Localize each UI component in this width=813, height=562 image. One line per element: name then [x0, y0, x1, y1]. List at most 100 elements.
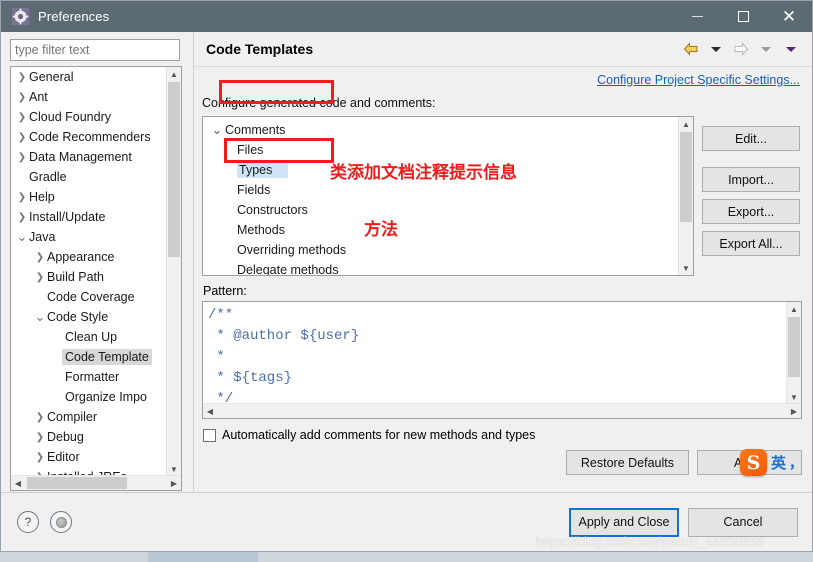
- template-item-comments[interactable]: ⌄ Comments: [203, 120, 678, 140]
- scroll-right-icon[interactable]: ▶: [167, 479, 181, 488]
- chevron-right-icon[interactable]: ❯: [15, 192, 29, 203]
- pattern-scroll-down-icon[interactable]: ▼: [787, 390, 801, 404]
- sidebar-item-code-style[interactable]: ⌄ Code Style: [11, 307, 167, 327]
- chevron-down-icon[interactable]: ⌄: [15, 229, 29, 245]
- forward-arrow-icon[interactable]: [730, 39, 752, 59]
- sidebar-item-help[interactable]: ❯ Help: [11, 187, 167, 207]
- sidebar-item-label: Build Path: [47, 270, 104, 284]
- template-item-label: Comments: [225, 123, 286, 137]
- tree-scroll-thumb[interactable]: [168, 82, 180, 257]
- export-button[interactable]: Export...: [702, 199, 800, 224]
- import-button[interactable]: Import...: [702, 167, 800, 192]
- scroll-up-icon[interactable]: ▲: [167, 67, 181, 81]
- auto-comments-checkbox[interactable]: [203, 428, 216, 442]
- pattern-horizontal-scrollbar[interactable]: ◀ ▶: [203, 403, 801, 418]
- sidebar-item-install-update[interactable]: ❯ Install/Update: [11, 207, 167, 227]
- template-item-fields[interactable]: Fields: [203, 180, 678, 200]
- pattern-scroll-right-icon[interactable]: ▶: [787, 407, 801, 416]
- content-header: Code Templates: [194, 32, 812, 67]
- sidebar-item-cloud-foundry[interactable]: ❯ Cloud Foundry: [11, 107, 167, 127]
- back-dropdown-icon[interactable]: [705, 39, 727, 59]
- sidebar-item-label: Code Template: [62, 349, 152, 365]
- gear-icon: [12, 8, 29, 25]
- chevron-down-icon[interactable]: ⌄: [33, 309, 47, 325]
- sidebar-item-appearance[interactable]: ❯ Appearance: [11, 247, 167, 267]
- chevron-right-icon[interactable]: ❯: [15, 72, 29, 83]
- auto-comments-label: Automatically add comments for new metho…: [222, 428, 536, 442]
- templates-row: ⌄ Comments Files Types Fields Constructors Met…: [194, 116, 812, 276]
- chevron-right-icon[interactable]: ❯: [15, 132, 29, 143]
- sidebar-item-compiler[interactable]: ❯ Compiler: [11, 407, 167, 427]
- sidebar-item-general[interactable]: ❯ General: [11, 67, 167, 87]
- pattern-scroll-thumb[interactable]: [788, 317, 800, 377]
- chevron-down-icon[interactable]: ⌄: [209, 122, 225, 138]
- sidebar-item-ant[interactable]: ❯ Ant: [11, 87, 167, 107]
- question-mark-icon[interactable]: ?: [17, 511, 39, 533]
- sidebar-item-organize-impo[interactable]: Organize Impo: [11, 387, 167, 407]
- sidebar-item-label: Java: [29, 230, 56, 244]
- sidebar-item-label: Gradle: [29, 170, 67, 184]
- template-item-overriding-methods[interactable]: Overriding methods: [203, 240, 678, 260]
- pattern-vertical-scrollbar[interactable]: ▲ ▼: [786, 302, 801, 404]
- template-item-types[interactable]: Types: [203, 160, 678, 180]
- cancel-button[interactable]: Cancel: [688, 507, 798, 537]
- minimize-button[interactable]: [674, 1, 720, 32]
- export-all-button[interactable]: Export All...: [702, 231, 800, 256]
- chevron-right-icon[interactable]: ❯: [15, 152, 29, 163]
- pattern-scroll-up-icon[interactable]: ▲: [787, 302, 801, 316]
- sidebar-item-clean-up[interactable]: Clean Up: [11, 327, 167, 347]
- sidebar-item-label: Ant: [29, 90, 48, 104]
- pattern-scroll-left-icon[interactable]: ◀: [203, 407, 217, 416]
- chevron-right-icon[interactable]: ❯: [33, 432, 47, 443]
- sidebar-item-formatter[interactable]: Formatter: [11, 367, 167, 387]
- chevron-right-icon[interactable]: ❯: [33, 252, 47, 263]
- forward-dropdown-icon[interactable]: [755, 39, 777, 59]
- chevron-right-icon[interactable]: ❯: [33, 272, 47, 283]
- apply-and-close-button[interactable]: Apply and Close: [569, 507, 679, 537]
- sidebar-item-build-path[interactable]: ❯ Build Path: [11, 267, 167, 287]
- restore-defaults-button[interactable]: Restore Defaults: [565, 450, 689, 475]
- template-item-methods[interactable]: Methods: [203, 220, 678, 240]
- tree-hscroll-thumb[interactable]: [27, 477, 127, 489]
- auto-comments-row[interactable]: Automatically add comments for new metho…: [194, 419, 812, 442]
- sidebar-item-label: Organize Impo: [65, 390, 147, 404]
- sidebar-item-java[interactable]: ⌄ Java: [11, 227, 167, 247]
- filter-input[interactable]: [10, 39, 180, 61]
- back-arrow-icon[interactable]: [680, 39, 702, 59]
- apply-button[interactable]: Apply: [697, 450, 802, 475]
- template-item-label: Fields: [237, 183, 271, 197]
- sidebar-item-code-template[interactable]: Code Template: [11, 347, 167, 367]
- edit-button[interactable]: Edit...: [702, 126, 800, 151]
- templates-scroll-down-icon[interactable]: ▼: [679, 261, 693, 275]
- template-item-files[interactable]: Files: [203, 140, 678, 160]
- templates-scroll-thumb[interactable]: [680, 132, 692, 222]
- templates-vertical-scrollbar[interactable]: ▲ ▼: [678, 117, 693, 275]
- sidebar-item-code-coverage[interactable]: Code Coverage: [11, 287, 167, 307]
- templates-scroll-up-icon[interactable]: ▲: [679, 117, 693, 131]
- tree-horizontal-scrollbar[interactable]: ◀ ▶: [11, 475, 181, 490]
- chevron-right-icon[interactable]: ❯: [15, 112, 29, 123]
- sidebar-item-debug[interactable]: ❯ Debug: [11, 427, 167, 447]
- sidebar-item-label: Code Coverage: [47, 290, 135, 304]
- chevron-right-icon[interactable]: ❯: [33, 452, 47, 463]
- template-item-delegate-methods[interactable]: Delegate methods: [203, 260, 678, 275]
- scroll-left-icon[interactable]: ◀: [11, 479, 25, 488]
- close-icon[interactable]: ✕: [766, 1, 812, 32]
- sidebar-item-label: Code Style: [47, 310, 109, 324]
- tree-vertical-scrollbar[interactable]: ▲ ▼: [166, 67, 181, 476]
- template-item-constructors[interactable]: Constructors: [203, 200, 678, 220]
- code-templates-tree[interactable]: ⌄ Comments Files Types Fields Constructors Met…: [202, 116, 694, 276]
- sidebar-item-data-management[interactable]: ❯ Data Management: [11, 147, 167, 167]
- chevron-right-icon[interactable]: ❯: [33, 412, 47, 423]
- scroll-down-icon[interactable]: ▼: [167, 462, 181, 476]
- circle-icon[interactable]: [50, 511, 72, 533]
- template-action-buttons: Edit... Import... Export... Export All..…: [702, 116, 800, 276]
- chevron-right-icon[interactable]: ❯: [15, 212, 29, 223]
- sidebar-item-code-recommenders[interactable]: ❯ Code Recommenders: [11, 127, 167, 147]
- maximize-button[interactable]: [720, 1, 766, 32]
- sidebar-item-editor[interactable]: ❯ Editor: [11, 447, 167, 467]
- sidebar-item-gradle[interactable]: Gradle: [11, 167, 167, 187]
- chevron-right-icon[interactable]: ❯: [15, 92, 29, 103]
- configure-project-specific-settings-link[interactable]: Configure Project Specific Settings...: [597, 73, 800, 87]
- view-menu-dropdown-icon[interactable]: [780, 39, 802, 59]
